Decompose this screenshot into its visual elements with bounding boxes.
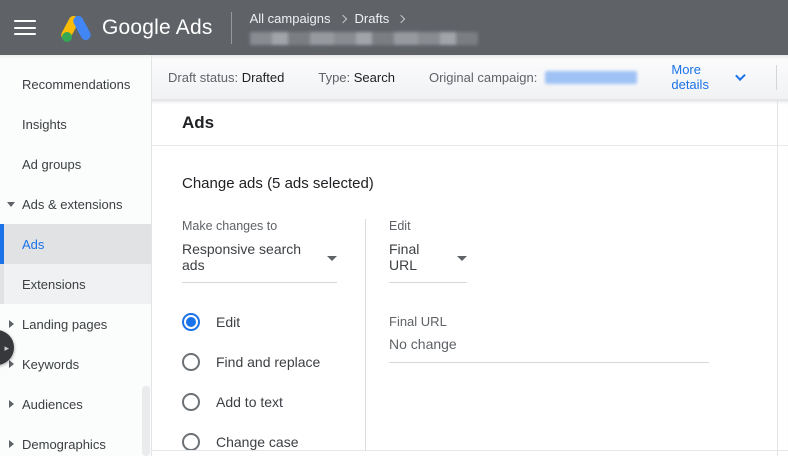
final-url-field: Final URL No change (389, 314, 709, 363)
radio-edit[interactable]: Edit (182, 313, 365, 331)
sidebar-item-extensions[interactable]: Extensions (0, 264, 151, 304)
section-divider (152, 450, 788, 451)
radio-add-to-text[interactable]: Add to text (182, 393, 365, 411)
sidebar-item-ad-groups[interactable]: Ad groups (0, 144, 151, 184)
app-header: Google Ads All campaigns Drafts (0, 0, 788, 55)
redacted-campaign-name (249, 31, 478, 45)
make-changes-select[interactable]: Responsive search ads (182, 241, 337, 283)
sidebar-item-ads-extensions[interactable]: Ads & extensions (0, 184, 151, 224)
breadcrumb-drafts[interactable]: Drafts (355, 11, 390, 26)
breadcrumb-all-campaigns[interactable]: All campaigns (250, 11, 331, 26)
make-changes-label: Make changes to (182, 219, 278, 233)
appbar-divider (230, 11, 232, 44)
edit-dropdown-label: Edit (389, 219, 411, 233)
radio-selected-icon (182, 313, 200, 331)
radio-unselected-icon (182, 353, 200, 371)
subheader-divider (776, 65, 777, 90)
change-mode-radio-group: Edit Find and replace Add to text Change… (182, 313, 365, 451)
breadcrumb: All campaigns Drafts (249, 11, 478, 45)
google-ads-logo-icon (59, 13, 93, 42)
final-url-value[interactable]: No change (389, 336, 709, 352)
radio-find-and-replace[interactable]: Find and replace (182, 353, 365, 371)
draft-status-bar: Draft status: Drafted Type: Search Origi… (152, 55, 788, 100)
page-title: Ads (182, 112, 215, 132)
breadcrumb-chevron-icon (396, 14, 406, 23)
original-campaign: Original campaign: (429, 70, 638, 85)
campaign-type: Type: Search (318, 69, 395, 85)
sidebar-item-demographics[interactable]: Demographics (0, 424, 151, 464)
menu-icon[interactable] (14, 20, 36, 35)
edit-field-select[interactable]: Final URL (389, 241, 467, 283)
sidebar-item-recommendations[interactable]: Recommendations (0, 64, 151, 104)
sidebar-item-audiences[interactable]: Audiences (0, 384, 151, 424)
chevron-right-icon (9, 440, 14, 448)
sidebar-item-landing-pages[interactable]: Landing pages (0, 304, 151, 344)
breadcrumb-chevron-icon (338, 14, 347, 23)
draft-status: Draft status: Drafted (168, 69, 285, 85)
chevron-down-icon (735, 70, 746, 81)
final-url-underline (389, 362, 709, 363)
main-content: Ads Change ads (5 ads selected) Make cha… (152, 100, 788, 456)
radio-change-case[interactable]: Change case (182, 433, 365, 451)
more-details-button[interactable]: More details (671, 62, 746, 92)
chevron-right-icon (9, 360, 14, 368)
chevron-down-icon (7, 201, 15, 207)
radio-unselected-icon (182, 433, 200, 451)
section-title: Change ads (5 ads selected) (182, 175, 374, 192)
radio-unselected-icon (182, 393, 200, 411)
chevron-right-icon (9, 400, 14, 408)
chevron-right-icon: ▸ (4, 343, 9, 353)
sidebar-scrollbar-thumb[interactable] (142, 386, 150, 456)
google-ads-logo[interactable]: Google Ads (59, 13, 213, 42)
chevron-right-icon (9, 320, 14, 328)
sidebar: Recommendations Insights Ad groups Ads &… (0, 55, 152, 456)
logo-text: Google Ads (102, 15, 213, 39)
sidebar-item-keywords[interactable]: Keywords (0, 344, 151, 384)
dropdown-arrow-icon (327, 255, 337, 261)
final-url-label: Final URL (389, 314, 447, 329)
sidebar-item-insights[interactable]: Insights (0, 104, 151, 144)
sidebar-item-ads[interactable]: Ads (0, 224, 151, 264)
page-title-row: Ads (152, 100, 788, 146)
redacted-original-campaign-link[interactable] (545, 70, 638, 84)
scrollbar-track[interactable] (777, 100, 778, 456)
dropdown-arrow-icon (457, 255, 467, 261)
